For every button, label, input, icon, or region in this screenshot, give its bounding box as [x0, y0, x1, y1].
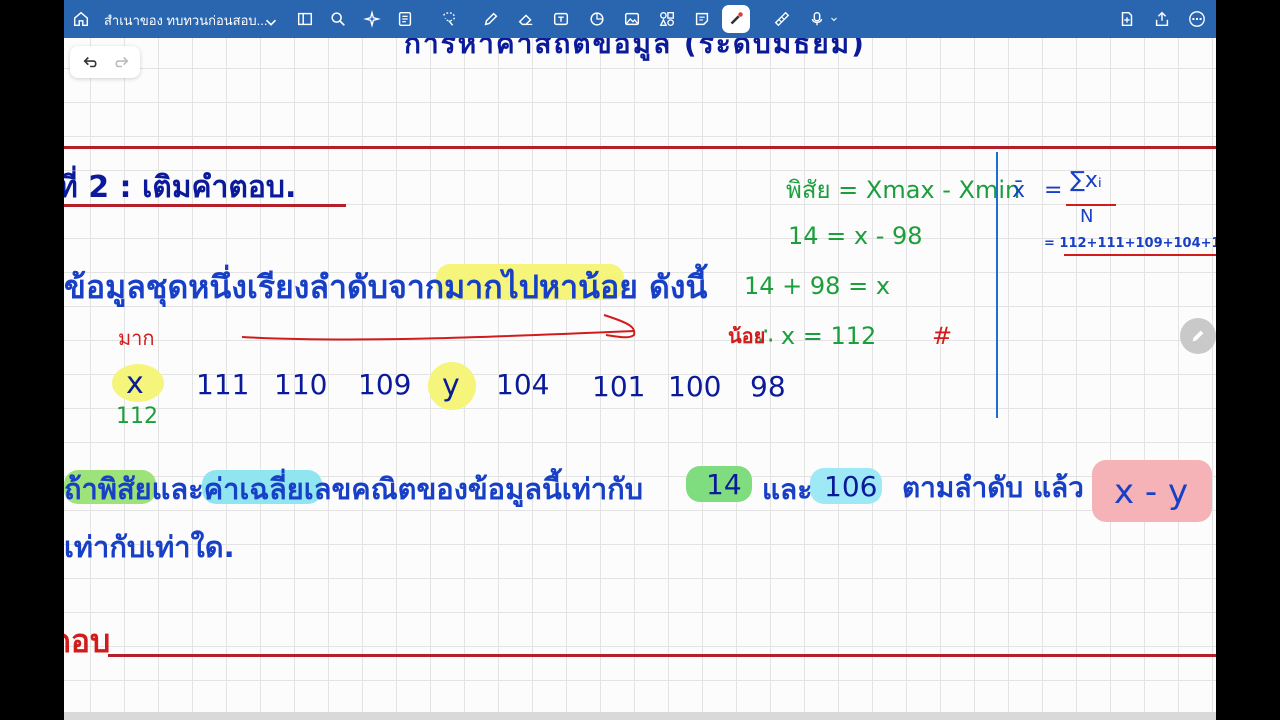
work-divider	[996, 152, 998, 418]
mean-value: 106	[824, 470, 878, 503]
ruler-icon[interactable]	[771, 8, 793, 30]
mean-symbol: x̄	[1012, 178, 1026, 203]
image-icon[interactable]	[621, 8, 643, 30]
mean-denominator: N	[1080, 206, 1094, 227]
arrow-most-to-least	[241, 314, 636, 341]
word-and: และ	[762, 473, 813, 506]
work-line-1: พิสัย = Xmax - Xmin	[786, 176, 1021, 204]
sticky-note-icon[interactable]	[691, 8, 713, 30]
work-line-4: ∴ x = 112	[758, 322, 877, 350]
page-bottom-strip	[64, 712, 1216, 720]
question-line-2a: ถ้าพิสัยและค่าเฉลี่ยเลขคณิตของข้อมูลนี้เ…	[64, 472, 644, 506]
data-value-7: 100	[668, 370, 722, 403]
x-answer: 112	[116, 404, 158, 429]
data-value-5: 104	[496, 368, 550, 401]
search-icon[interactable]	[327, 8, 349, 30]
mean-numerator: ∑xᵢ	[1070, 168, 1102, 193]
pen-icon[interactable]	[480, 8, 502, 30]
laser-pointer-icon[interactable]	[722, 5, 750, 33]
document-title[interactable]: สำเนาของ ทบทวนก่อนสอบ...	[104, 10, 268, 31]
red-rule-top	[64, 146, 1216, 149]
sidebar-icon[interactable]	[294, 8, 316, 30]
heading-underline	[64, 204, 346, 207]
data-value-4: y	[442, 368, 460, 403]
add-page-icon[interactable]	[1116, 8, 1138, 30]
mean-equals: =	[1044, 178, 1063, 203]
share-icon[interactable]	[1151, 8, 1173, 30]
lasso-icon[interactable]	[438, 8, 460, 30]
mic-chevron-icon[interactable]	[828, 8, 840, 30]
sparkle-icon[interactable]	[361, 8, 383, 30]
work-line-3: 14 + 98 = x	[744, 272, 891, 300]
pencil-icon	[1192, 330, 1204, 342]
target-expression: x - y	[1114, 472, 1189, 512]
label-most: มาก	[118, 326, 155, 350]
work-line-2: 14 = x - 98	[788, 222, 923, 250]
redo-icon[interactable]	[112, 53, 130, 71]
answer-label: ตอบ	[64, 622, 111, 660]
textbox-icon[interactable]	[550, 8, 572, 30]
eraser-icon[interactable]	[515, 8, 537, 30]
data-value-8: 98	[750, 370, 786, 403]
mean-underline	[1064, 254, 1216, 256]
undo-redo-group	[70, 46, 140, 78]
shapes-icon[interactable]	[586, 8, 608, 30]
question-line-2b: ตามลำดับ แล้ว	[902, 471, 1084, 504]
document-icon[interactable]	[394, 8, 416, 30]
data-value-2: 110	[274, 368, 328, 401]
data-value-6: 101	[592, 370, 646, 403]
question-line-3: เท่ากับเท่าใด.	[64, 530, 235, 564]
red-rule-bottom	[108, 654, 1216, 657]
data-value-1: 111	[196, 368, 250, 401]
work-hash: #	[932, 322, 953, 350]
data-value-3: 109	[358, 368, 412, 401]
more-icon[interactable]	[1186, 8, 1208, 30]
home-icon[interactable]	[70, 8, 92, 30]
top-toolbar: สำเนาของ ทบทวนก่อนสอบ...	[64, 0, 1216, 38]
mean-line-2: = 112+111+109+104+101+...	[1044, 236, 1216, 251]
range-value: 14	[706, 468, 742, 501]
data-value-0: x	[126, 366, 144, 401]
chevron-down-icon[interactable]	[260, 11, 282, 33]
undo-icon[interactable]	[82, 53, 100, 71]
edit-pencil-button[interactable]	[1180, 318, 1216, 354]
elements-icon[interactable]	[656, 8, 678, 30]
microphone-icon[interactable]	[806, 8, 828, 30]
note-canvas[interactable]: การหาค่าสถิติข้อมูล (ระดับมัธยม) สำเนาขอ…	[64, 0, 1216, 720]
